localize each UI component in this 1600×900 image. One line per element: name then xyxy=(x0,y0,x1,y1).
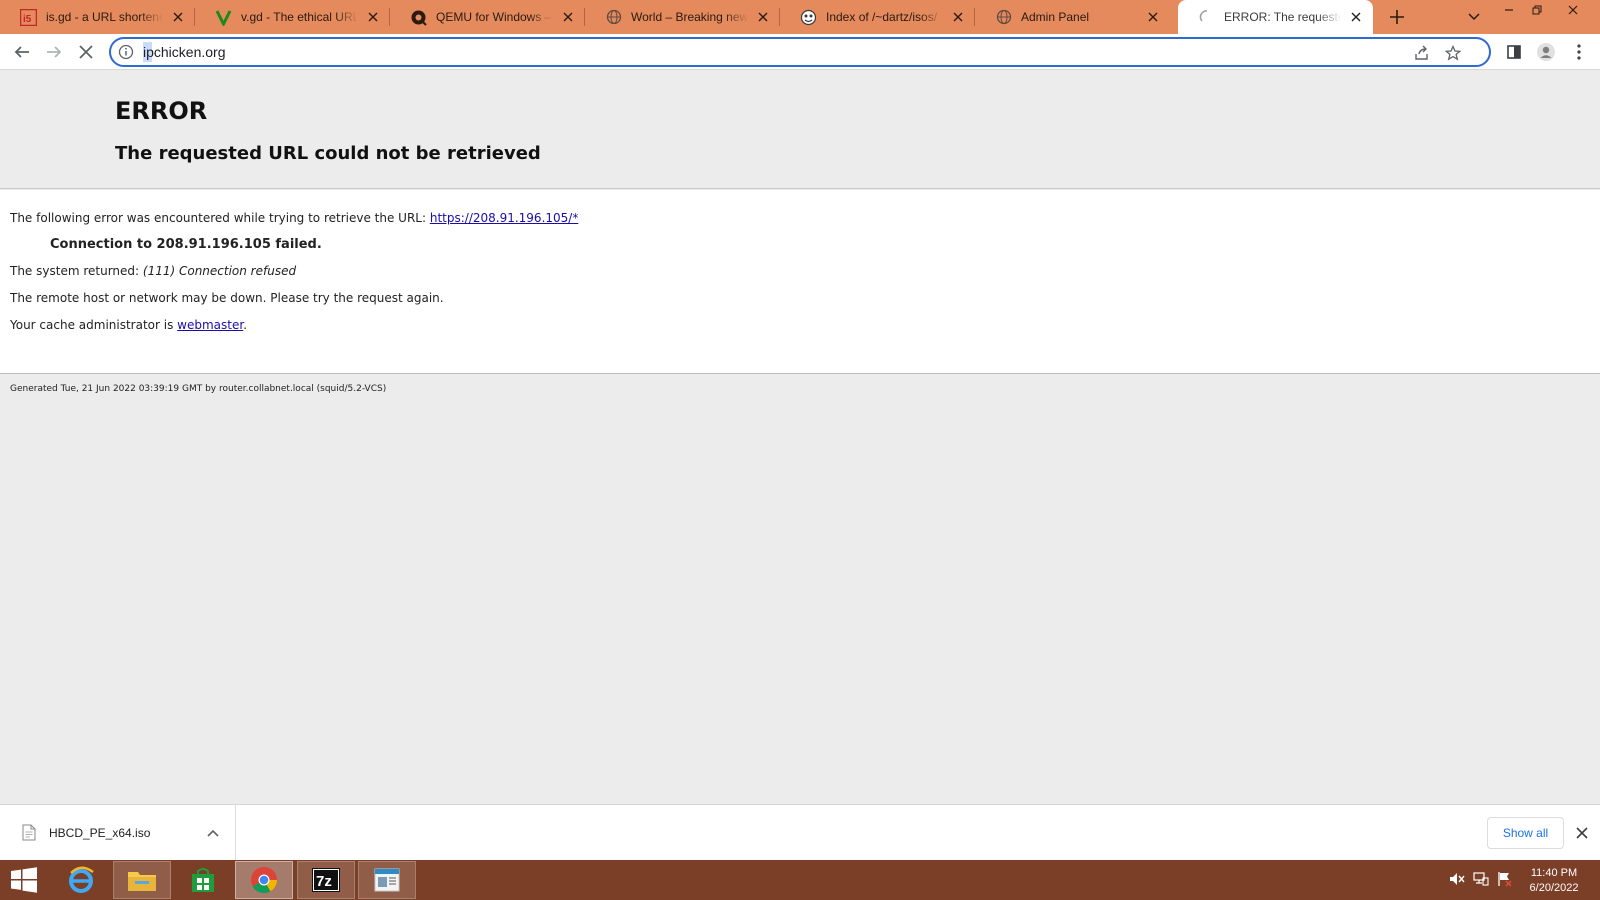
tab-admin-panel[interactable]: Admin Panel xyxy=(975,0,1170,34)
address-input[interactable]: ipchicken.org xyxy=(143,44,226,60)
forward-button[interactable] xyxy=(40,38,68,66)
close-tab-icon[interactable] xyxy=(169,8,187,26)
start-button[interactable] xyxy=(0,861,48,899)
tab-title: v.gd - The ethical URL short xyxy=(241,10,358,24)
generated-footer: Generated Tue, 21 Jun 2022 03:39:19 GMT … xyxy=(10,384,387,394)
tab-title: Index of /~dartz/isos/ xyxy=(826,10,938,24)
tab-world-news[interactable]: World – Breaking news xyxy=(585,0,780,34)
clock-date: 6/20/2022 xyxy=(1529,882,1579,894)
file-explorer-icon[interactable] xyxy=(113,861,171,899)
remote-host-text: The remote host or network may be down. … xyxy=(10,291,444,305)
download-item[interactable]: HBCD_PE_x64.iso xyxy=(0,805,236,861)
tab-strip: i5 is.gd - a URL shortener. Ma v.gd - Th… xyxy=(0,0,1600,34)
tab-title: ERROR: The requested URL xyxy=(1224,10,1341,24)
close-tab-icon[interactable] xyxy=(559,8,577,26)
svg-text:7z: 7z xyxy=(316,873,332,890)
tab-error-active[interactable]: ERROR: The requested URL xyxy=(1178,0,1373,34)
connection-failed-text: Connection to 208.91.196.105 failed. xyxy=(50,237,322,252)
show-all-downloads-button[interactable]: Show all xyxy=(1487,817,1564,849)
error-url-line: The following error was encountered whil… xyxy=(10,211,578,225)
qemu-favicon-icon xyxy=(410,9,427,26)
network-icon[interactable] xyxy=(1472,870,1490,888)
error-subtitle: The requested URL could not be retrieved xyxy=(115,143,541,164)
close-tab-icon[interactable] xyxy=(1347,8,1365,26)
close-tab-icon[interactable] xyxy=(364,8,382,26)
close-tab-icon[interactable] xyxy=(754,8,772,26)
directory-favicon-icon xyxy=(800,9,817,26)
chrome-icon[interactable] xyxy=(235,861,293,899)
loading-spinner-icon xyxy=(1198,9,1215,26)
file-icon xyxy=(22,824,36,841)
error-header: ERROR The requested URL could not be ret… xyxy=(0,71,1600,189)
7zip-icon[interactable]: 7z xyxy=(297,861,355,899)
cache-admin-prefix: Your cache administrator is xyxy=(10,318,178,332)
minimize-button[interactable] xyxy=(1494,0,1524,20)
profile-avatar-icon[interactable] xyxy=(1532,38,1560,66)
new-tab-button[interactable] xyxy=(1386,6,1408,28)
error-details: The following error was encountered whil… xyxy=(0,190,1600,374)
tab-isgd[interactable]: i5 is.gd - a URL shortener. Ma xyxy=(0,0,195,34)
action-center-flag-icon[interactable] xyxy=(1496,870,1514,888)
vgd-favicon-icon xyxy=(215,9,232,26)
tab-vgd[interactable]: v.gd - The ethical URL short xyxy=(195,0,390,34)
system-clock[interactable]: 11:40 PM 6/20/2022 xyxy=(1514,866,1594,896)
cache-admin-suffix: . xyxy=(243,318,248,332)
tab-title: is.gd - a URL shortener. Ma xyxy=(46,10,163,24)
error-title: ERROR xyxy=(115,97,208,125)
menu-kebab-icon[interactable] xyxy=(1565,38,1593,66)
webmaster-link[interactable]: webmaster xyxy=(177,318,243,332)
globe-icon xyxy=(995,9,1012,26)
back-button[interactable] xyxy=(8,38,36,66)
restore-button[interactable] xyxy=(1522,0,1552,20)
stop-loading-button[interactable] xyxy=(72,38,100,66)
download-shelf: HBCD_PE_x64.iso Show all xyxy=(0,804,1600,861)
windows-taskbar: 7z 11:40 PM 6/20/2022 xyxy=(0,860,1600,900)
page-content: ERROR The requested URL could not be ret… xyxy=(0,71,1600,804)
store-icon[interactable] xyxy=(174,861,232,899)
site-info-icon[interactable] xyxy=(118,44,134,60)
tab-title: QEMU for Windows – Insta xyxy=(436,10,553,24)
system-returned-prefix: The system returned: xyxy=(10,264,143,278)
bookmark-star-icon[interactable] xyxy=(1442,42,1464,64)
svg-text:i5: i5 xyxy=(23,14,32,25)
globe-icon xyxy=(605,9,622,26)
internet-explorer-icon[interactable] xyxy=(52,861,110,899)
isgd-favicon-icon: i5 xyxy=(20,8,37,26)
close-tab-icon[interactable] xyxy=(1144,8,1162,26)
chevron-up-icon[interactable] xyxy=(204,824,222,842)
system-returned-value: (111) Connection refused xyxy=(142,264,297,278)
tab-qemu[interactable]: QEMU for Windows – Insta xyxy=(390,0,585,34)
side-panel-icon[interactable] xyxy=(1500,38,1528,66)
close-window-button[interactable] xyxy=(1558,0,1588,20)
share-icon[interactable] xyxy=(1411,42,1433,64)
speaker-muted-icon[interactable] xyxy=(1448,870,1466,888)
tab-index-isos[interactable]: Index of /~dartz/isos/ xyxy=(780,0,975,34)
error-url-link[interactable]: https://208.91.196.105/* xyxy=(430,211,578,225)
download-file-name: HBCD_PE_x64.iso xyxy=(49,826,151,840)
news-reader-icon[interactable] xyxy=(358,861,416,899)
tab-title: Admin Panel xyxy=(1021,10,1090,24)
clock-time: 11:40 PM xyxy=(1530,867,1578,879)
address-bar[interactable]: ipchicken.org xyxy=(109,37,1491,67)
tab-title: World – Breaking news xyxy=(631,10,748,24)
cache-admin-line: Your cache administrator is webmaster. xyxy=(10,318,247,332)
close-tab-icon[interactable] xyxy=(949,8,967,26)
browser-toolbar: ipchicken.org xyxy=(0,34,1600,70)
close-shelf-icon[interactable] xyxy=(1572,823,1592,843)
system-returned-line: The system returned: (111) Connection re… xyxy=(10,264,296,278)
tab-search-chevron-icon[interactable] xyxy=(1464,7,1484,27)
error-url-prefix: The following error was encountered whil… xyxy=(10,211,430,225)
